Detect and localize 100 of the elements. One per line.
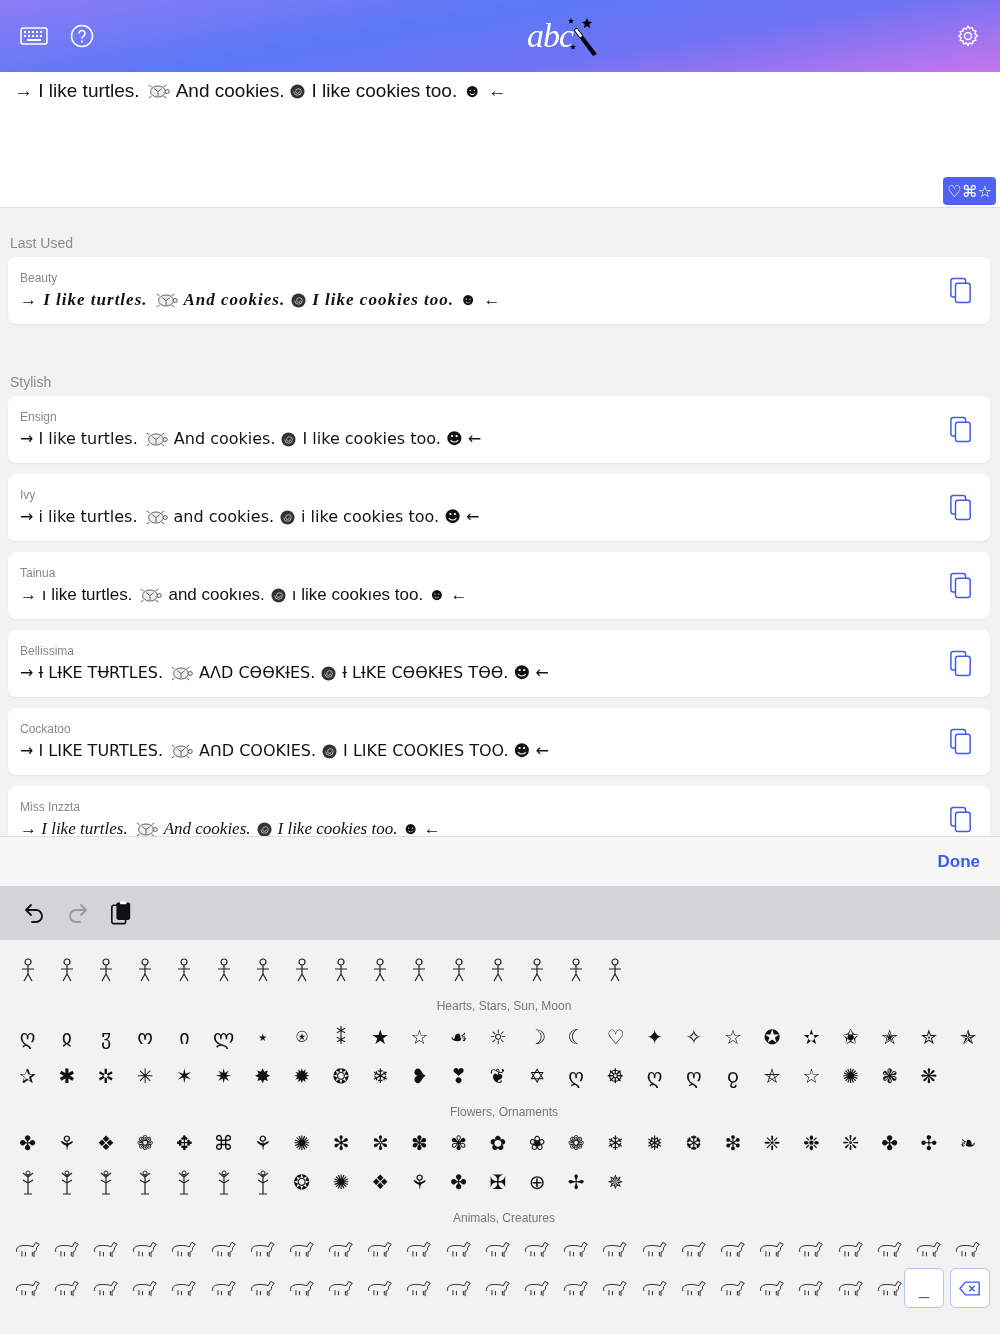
symbol-key[interactable]: ი: [179, 1026, 190, 1047]
symbol-key[interactable]: ⊕: [528, 1171, 546, 1192]
animal-icon[interactable]: [132, 1239, 159, 1258]
animal-icon[interactable]: [367, 1278, 394, 1297]
symbol-key[interactable]: ❄: [371, 1065, 389, 1086]
animal-icon[interactable]: [837, 1278, 864, 1297]
animal-icon[interactable]: [406, 1239, 433, 1258]
symbol-key[interactable]: ❖: [371, 1171, 390, 1192]
animal-icon[interactable]: [328, 1239, 355, 1258]
symbol-key[interactable]: ✢: [567, 1171, 585, 1192]
animal-icon[interactable]: [915, 1239, 942, 1258]
animal-icon[interactable]: [406, 1278, 433, 1297]
symbol-key[interactable]: ❈: [763, 1132, 781, 1153]
animal-icon[interactable]: [210, 1278, 237, 1297]
symbol-key[interactable]: ✼: [371, 1132, 389, 1153]
animal-icon[interactable]: [328, 1278, 355, 1297]
animal-icon[interactable]: [563, 1239, 590, 1258]
symbol-key[interactable]: ❧: [959, 1132, 977, 1153]
symbol-key[interactable]: ★: [371, 1026, 390, 1047]
symbol-key[interactable]: ✲: [97, 1065, 115, 1086]
symbol-key[interactable]: ✶: [175, 1065, 193, 1086]
symbol-key[interactable]: ✻: [332, 1132, 350, 1153]
animal-icon[interactable]: [680, 1239, 707, 1258]
animal-icon[interactable]: [249, 1278, 276, 1297]
symbol-key[interactable]: ღ: [685, 1065, 702, 1086]
symbol-key[interactable]: ❋: [920, 1065, 938, 1086]
style-card[interactable]: Miss Inzzta → I like turtles. And cookies. I like cookies too. ☻ ←: [8, 786, 990, 836]
animal-icon[interactable]: [484, 1239, 511, 1258]
animal-icon[interactable]: [92, 1278, 119, 1297]
symbol-key[interactable]: ✡: [528, 1065, 546, 1086]
animal-icon[interactable]: [876, 1239, 903, 1258]
symbol-key[interactable]: ✦: [646, 1026, 663, 1047]
symbol-key[interactable]: ❀: [528, 1132, 546, 1153]
symbol-key[interactable]: ღ: [646, 1065, 663, 1086]
animal-icon[interactable]: [53, 1239, 80, 1258]
symbol-key[interactable]: ჳ: [100, 1026, 112, 1047]
animal-icon[interactable]: [719, 1278, 746, 1297]
animal-icon[interactable]: [798, 1239, 825, 1258]
clipboard-icon[interactable]: [110, 900, 132, 926]
symbol-key[interactable]: ⋆: [256, 1026, 269, 1047]
copy-icon[interactable]: [950, 277, 972, 304]
delete-key[interactable]: [950, 1268, 990, 1308]
animal-icon[interactable]: [14, 1239, 41, 1258]
animal-icon[interactable]: [602, 1239, 629, 1258]
symbol-key[interactable]: ✤: [881, 1132, 899, 1153]
symbol-key[interactable]: ✸: [254, 1065, 272, 1086]
symbol-key[interactable]: ✧: [685, 1026, 703, 1047]
symbol-key[interactable]: ✣: [920, 1132, 938, 1153]
animal-icon[interactable]: [14, 1278, 41, 1297]
animal-icon[interactable]: [445, 1239, 472, 1258]
symbol-key[interactable]: ✺: [842, 1065, 859, 1086]
animal-icon[interactable]: [524, 1239, 551, 1258]
symbol-key[interactable]: ❁: [136, 1132, 154, 1153]
symbol-key[interactable]: ✥: [175, 1132, 193, 1153]
settings-icon[interactable]: [956, 24, 980, 48]
animal-icon[interactable]: [602, 1278, 629, 1297]
input-field[interactable]: → I like turtles. And cookies. I like cookies too. ☻ ← ♡⌘☆: [0, 72, 1000, 208]
symbol-key[interactable]: ☆: [410, 1026, 429, 1047]
symbol-key[interactable]: ❃: [881, 1065, 899, 1086]
symbol-key[interactable]: ✱: [58, 1065, 76, 1086]
symbol-key[interactable]: ჲ: [61, 1026, 72, 1047]
symbol-key[interactable]: ❊: [842, 1132, 859, 1153]
copy-icon[interactable]: [950, 806, 972, 833]
symbol-key[interactable]: ❥: [411, 1065, 428, 1086]
animal-icon[interactable]: [445, 1278, 472, 1297]
animal-icon[interactable]: [210, 1239, 237, 1258]
animal-icon[interactable]: [53, 1278, 80, 1297]
symbol-key[interactable]: ☽: [528, 1026, 546, 1047]
symbol-key[interactable]: ⚘: [57, 1132, 76, 1153]
animal-icon[interactable]: [719, 1239, 746, 1258]
symbol-key[interactable]: ✷: [215, 1065, 232, 1086]
symbol-key[interactable]: ✤: [450, 1171, 468, 1192]
copy-icon[interactable]: [950, 494, 972, 521]
symbol-key[interactable]: ☆: [724, 1026, 742, 1047]
style-card[interactable]: Beauty → I like turtles. And cookies. I like cookies too. ☻ ←: [8, 257, 990, 324]
symbol-key[interactable]: ☼: [488, 1026, 507, 1047]
animal-icon[interactable]: [837, 1239, 864, 1258]
animal-icon[interactable]: [876, 1278, 903, 1297]
symbol-key[interactable]: ⚘: [253, 1132, 272, 1153]
done-button[interactable]: Done: [937, 849, 980, 874]
symbol-key[interactable]: ღ: [19, 1026, 36, 1047]
symbol-key[interactable]: ✺: [293, 1132, 311, 1153]
animal-icon[interactable]: [759, 1278, 786, 1297]
animal-icon[interactable]: [563, 1278, 590, 1297]
symbol-key[interactable]: ✭: [881, 1026, 899, 1047]
animal-icon[interactable]: [171, 1239, 198, 1258]
copy-icon[interactable]: [950, 416, 972, 443]
copy-icon[interactable]: [950, 650, 972, 677]
style-card[interactable]: Ivy → i like turtles. and cookies. i like cookies too. ☻ ←: [8, 474, 990, 541]
symbol-key[interactable]: ღ: [568, 1065, 585, 1086]
animal-icon[interactable]: [641, 1239, 668, 1258]
animal-icon[interactable]: [367, 1239, 394, 1258]
symbol-key[interactable]: ✺: [332, 1171, 350, 1192]
symbol-key[interactable]: ⌘: [213, 1132, 234, 1153]
animal-icon[interactable]: [759, 1239, 786, 1258]
style-card[interactable]: Tainua → ı like turtles. and cookıes. ı like cookıes too. ☻ ←: [8, 552, 990, 619]
copy-icon[interactable]: [950, 728, 972, 755]
symbol-key[interactable]: ✹: [293, 1065, 311, 1086]
style-card[interactable]: Cockatoo → I LIKE TURTLES. AᑎD COOKIES. I LIKE COOKIES TOO. ☻ ←: [8, 708, 990, 775]
animal-icon[interactable]: [484, 1278, 511, 1297]
